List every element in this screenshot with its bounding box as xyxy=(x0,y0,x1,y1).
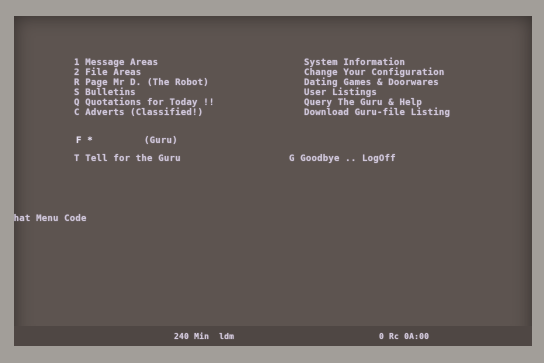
menu-item-dating-games[interactable]: Dating Games & Doorwares xyxy=(304,78,450,88)
menu-code-prompt[interactable]: What Menu Code xyxy=(14,214,87,224)
menu-hotkey-label: (Guru) xyxy=(144,136,178,146)
terminal-screen: 1 Message Areas 2 File Areas R Page Mr D… xyxy=(14,16,532,346)
menu-item-change-configuration[interactable]: Change Your Configuration xyxy=(304,68,450,78)
menu-item-download-listing[interactable]: Download Guru-file Listing xyxy=(304,108,450,118)
status-clock: 0 Rc 0A:00 xyxy=(379,332,430,341)
menu-item-message-areas[interactable]: 1 Message Areas xyxy=(74,58,214,68)
menu-item-tell-guru[interactable]: T Tell for the Guru xyxy=(74,154,181,164)
menu-item-adverts[interactable]: C Adverts (Classified!) xyxy=(74,108,214,118)
menu-left-column: 1 Message Areas 2 File Areas R Page Mr D… xyxy=(74,58,214,118)
status-time-left: 240 Min ldm xyxy=(174,332,235,341)
status-bar: 240 Min ldm 0 Rc 0A:00 xyxy=(14,326,532,346)
menu-item-query-guru[interactable]: Query The Guru & Help xyxy=(304,98,450,108)
menu-item-bulletins[interactable]: S Bulletins xyxy=(74,88,214,98)
menu-item-user-listings[interactable]: User Listings xyxy=(304,88,450,98)
menu-item-system-information[interactable]: System Information xyxy=(304,58,450,68)
menu-item-quotations[interactable]: Q Quotations for Today !! xyxy=(74,98,214,108)
menu-item-goodbye[interactable]: G Goodbye .. LogOff xyxy=(289,154,396,164)
menu-item-file-areas[interactable]: 2 File Areas xyxy=(74,68,214,78)
menu-item-page-robot[interactable]: R Page Mr D. (The Robot) xyxy=(74,78,214,88)
menu-right-column: System Information Change Your Configura… xyxy=(304,58,450,118)
crt-monitor: 1 Message Areas 2 File Areas R Page Mr D… xyxy=(0,0,544,363)
menu-hotkey[interactable]: F * xyxy=(76,136,93,146)
